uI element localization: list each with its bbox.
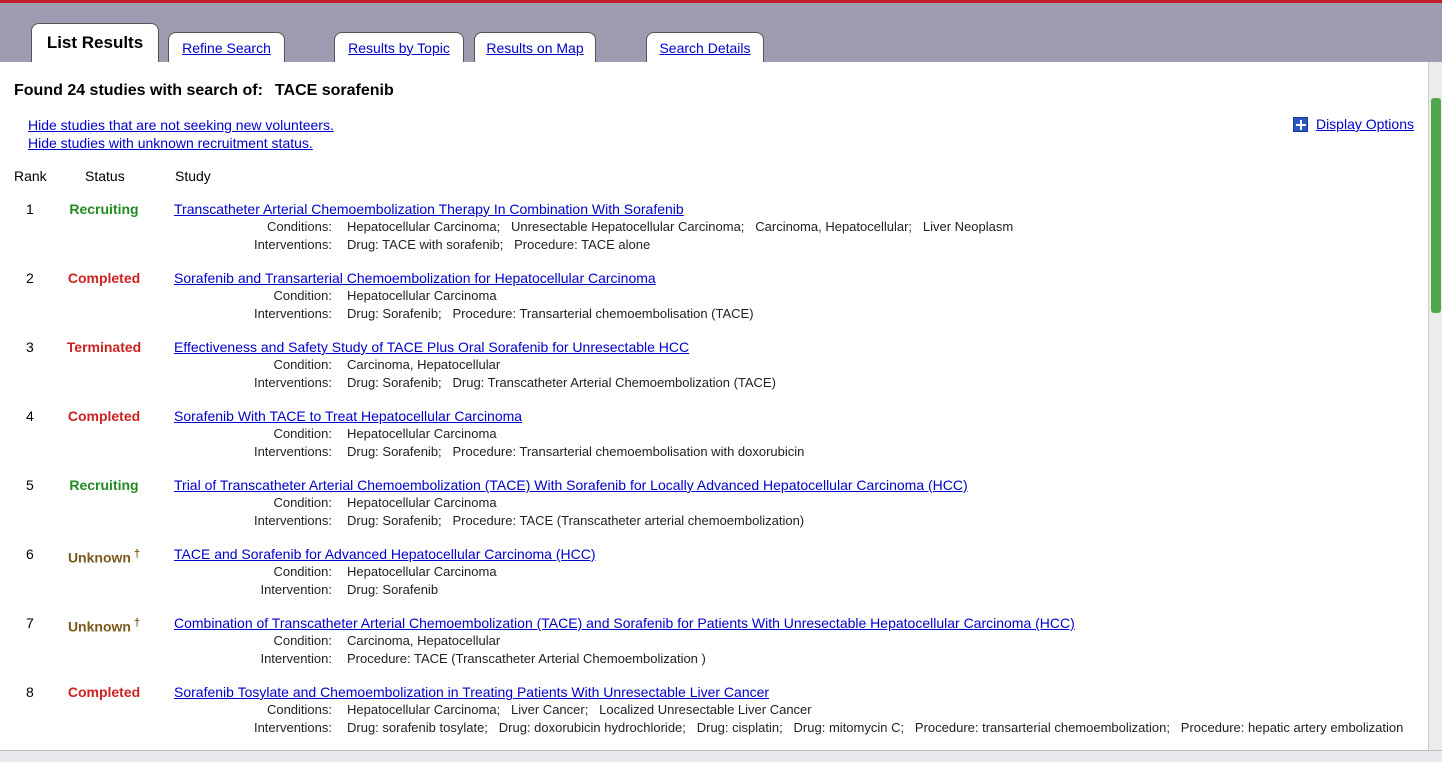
column-header-study: Study <box>175 168 211 184</box>
plus-icon <box>1292 116 1308 132</box>
interventions-value: Drug: Sorafenib; Drug: Transcatheter Art… <box>347 375 776 390</box>
rank-number: 5 <box>26 477 34 493</box>
tab-search-details[interactable]: Search Details <box>646 32 764 62</box>
rank-number: 6 <box>26 546 34 562</box>
status-badge: Recruiting <box>69 477 139 493</box>
table-row: 2 Completed Sorafenib and Transarterial … <box>0 270 1428 336</box>
status-badge: Terminated <box>66 339 142 355</box>
column-header-status: Status <box>85 168 125 184</box>
conditions-label: Condition: <box>273 564 332 579</box>
conditions-label: Conditions: <box>266 702 332 717</box>
interventions-value: Drug: Sorafenib; Procedure: Transarteria… <box>347 306 754 321</box>
interventions-label: Intervention: <box>260 582 332 597</box>
interventions-label: Interventions: <box>253 375 332 390</box>
interventions-value: Procedure: TACE (Transcatheter Arterial … <box>347 651 706 666</box>
study-title-link[interactable]: Sorafenib With TACE to Treat Hepatocellu… <box>174 408 522 424</box>
status-badge: Completed <box>67 684 141 700</box>
table-row: 1 Recruiting Transcatheter Arterial Chem… <box>0 201 1428 267</box>
conditions-value: Hepatocellular Carcinoma <box>347 564 497 579</box>
conditions-value: Carcinoma, Hepatocellular <box>347 357 501 372</box>
conditions-value: Hepatocellular Carcinoma <box>347 426 497 441</box>
table-row: 3 Terminated Effectiveness and Safety St… <box>0 339 1428 405</box>
tab-list-results[interactable]: List Results <box>31 23 159 62</box>
hide-unknown-status-link[interactable]: Hide studies with unknown recruitment st… <box>28 135 313 151</box>
conditions-label: Condition: <box>273 426 332 441</box>
conditions-label: Condition: <box>273 288 332 303</box>
conditions-label: Condition: <box>273 495 332 510</box>
conditions-label: Condition: <box>273 357 332 372</box>
study-title-link[interactable]: Sorafenib and Transarterial Chemoemboliz… <box>174 270 656 286</box>
table-row: 4 Completed Sorafenib With TACE to Treat… <box>0 408 1428 474</box>
display-options-button[interactable]: Display Options <box>1292 116 1414 132</box>
table-row: 6 Unknown † TACE and Sorafenib for Advanc… <box>0 546 1428 612</box>
interventions-label: Interventions: <box>253 306 332 321</box>
interventions-value: Drug: Sorafenib; Procedure: Transarteria… <box>347 444 805 459</box>
results-content: Found 24 studies with search of: TACE sor… <box>0 62 1428 762</box>
dagger-mark: † <box>133 617 141 629</box>
conditions-label: Condition: <box>273 633 332 648</box>
conditions-value: Hepatocellular Carcinoma <box>347 495 497 510</box>
conditions-label: Conditions: <box>266 219 332 234</box>
table-row: 5 Recruiting Trial of Transcatheter Arte… <box>0 477 1428 543</box>
interventions-value: Drug: sorafenib tosylate; Drug: doxorubi… <box>347 720 1404 735</box>
rank-number: 1 <box>26 201 34 217</box>
status-badge: Completed <box>67 408 141 424</box>
study-title-link[interactable]: TACE and Sorafenib for Advanced Hepatoce… <box>174 546 596 562</box>
study-title-link[interactable]: Effectiveness and Safety Study of TACE P… <box>174 339 689 355</box>
dagger-mark: † <box>133 548 141 560</box>
study-title-link[interactable]: Combination of Transcatheter Arterial Ch… <box>174 615 1075 631</box>
column-header-rank: Rank <box>14 168 47 184</box>
status-badge: Unknown † <box>50 548 158 566</box>
status-badge: Recruiting <box>69 201 139 217</box>
study-title-link[interactable]: Transcatheter Arterial Chemoembolization… <box>174 201 684 217</box>
study-title-link[interactable]: Trial of Transcatheter Arterial Chemoemb… <box>174 477 968 493</box>
scrollbar-thumb[interactable] <box>1431 98 1441 313</box>
rank-number: 3 <box>26 339 34 355</box>
interventions-value: Drug: TACE with sorafenib; Procedure: TA… <box>347 237 651 252</box>
interventions-value: Drug: Sorafenib; Procedure: TACE (Transc… <box>347 513 805 528</box>
rank-number: 7 <box>26 615 34 631</box>
status-badge: Completed <box>67 270 141 286</box>
results-count-text: Found 24 studies with search of: <box>14 82 263 99</box>
rank-number: 8 <box>26 684 34 700</box>
study-title-link[interactable]: Sorafenib Tosylate and Chemoembolization… <box>174 684 769 700</box>
search-term: TACE sorafenib <box>274 82 394 99</box>
interventions-value: Drug: Sorafenib <box>347 582 439 597</box>
rank-number: 4 <box>26 408 34 424</box>
vertical-scrollbar[interactable] <box>1428 62 1442 762</box>
rank-number: 2 <box>26 270 34 286</box>
table-row: 7 Unknown † Combination of Transcatheter … <box>0 615 1428 681</box>
interventions-label: Interventions: <box>253 237 332 252</box>
tab-refine-search[interactable]: Refine Search <box>168 32 285 62</box>
status-bar <box>0 750 1442 762</box>
status-badge: Unknown † <box>50 617 158 635</box>
tab-results-on-map[interactable]: Results on Map <box>474 32 596 62</box>
conditions-value: Carcinoma, Hepatocellular <box>347 633 501 648</box>
interventions-label: Intervention: <box>260 651 332 666</box>
interventions-label: Interventions: <box>253 720 332 735</box>
table-row: 8 Completed Sorafenib Tosylate and Chemo… <box>0 684 1428 750</box>
conditions-value: Hepatocellular Carcinoma; Liver Cancer; … <box>347 702 812 717</box>
tab-bar: List Results Refine Search Results by To… <box>0 0 1442 62</box>
conditions-value: Hepatocellular Carcinoma <box>347 288 497 303</box>
hide-not-seeking-link[interactable]: Hide studies that are not seeking new vo… <box>28 117 334 133</box>
display-options-label: Display Options <box>1315 116 1414 132</box>
results-summary: Found 24 studies with search of: TACE sor… <box>14 82 394 100</box>
interventions-label: Interventions: <box>253 444 332 459</box>
tab-results-by-topic[interactable]: Results by Topic <box>334 32 464 62</box>
interventions-label: Interventions: <box>253 513 332 528</box>
conditions-value: Hepatocellular Carcinoma; Unresectable H… <box>347 219 1014 234</box>
